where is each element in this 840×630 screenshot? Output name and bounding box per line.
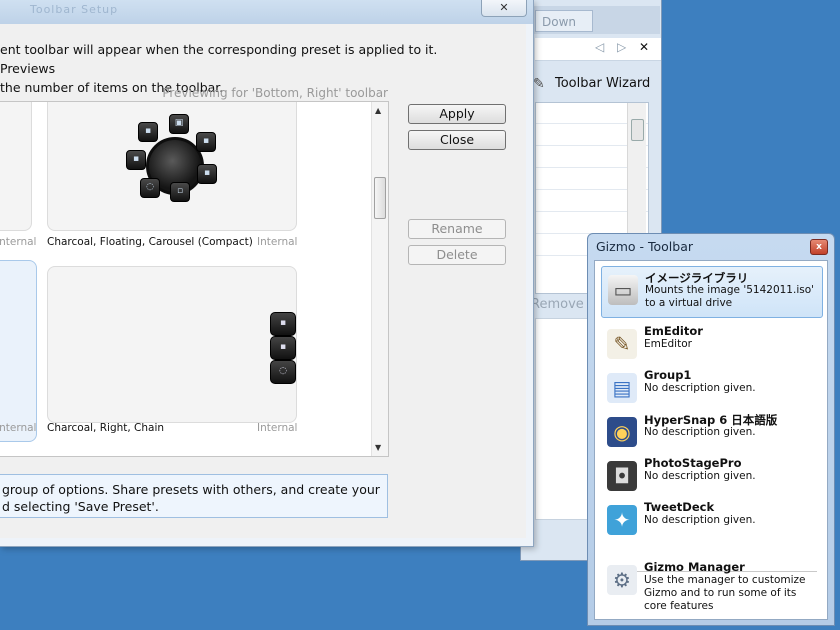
chain-segment: ▪ [270,336,296,360]
preset-tag: Internal [0,236,37,248]
folder-icon: ▤ [607,373,637,403]
scroll-up-icon[interactable]: ▲ [375,106,381,115]
gizmo-item-name: Gizmo Manager [644,560,745,574]
preset-tag: Internal [257,236,298,248]
chain-segment: ◌ [270,360,296,384]
carousel-preview-graphic: ▪ ▣ ▪ ▪ ▪ ◌ ▫ [124,114,217,210]
apply-button[interactable]: Apply [408,104,506,124]
gizmo-item-name: Group1 [644,368,692,382]
carousel-pod: ▪ [196,132,216,152]
nav-close-icon[interactable]: ✕ [639,40,649,54]
preset-tag: Internal [257,422,298,434]
carousel-pod: ▣ [169,114,189,134]
carousel-pod: ▫ [170,182,190,202]
toolbar-wizard-link[interactable]: ✎ Toolbar Wizard [533,74,661,96]
gizmo-toolbar-window: Gizmo - Toolbar x ▭ イメージライブラリ Mounts the… [587,233,835,626]
camera-icon: ◘ [607,461,637,491]
gizmo-item-manager[interactable]: ⚙ Gizmo Manager Use the manager to custo… [601,557,823,617]
gizmo-item-desc: EmEditor [644,338,692,350]
gizmo-item-name: TweetDeck [644,500,715,514]
dialog-title-text: Toolbar Setup [30,3,119,16]
dialog-close-icon[interactable]: ✕ [481,0,527,17]
carousel-pod: ▪ [197,164,217,184]
preset-card-partial-selected[interactable] [0,260,37,442]
nav-next-icon[interactable]: ▷ [617,40,626,54]
editor-icon: ✎ [607,329,637,359]
gallery-scroll-thumb[interactable] [374,177,386,219]
gizmo-item-desc: No description given. [644,426,756,438]
gizmo-title: Gizmo - Toolbar [596,239,694,254]
close-button[interactable]: Close [408,130,506,150]
remove-button[interactable]: Remove [531,294,593,316]
nav-prev-icon[interactable]: ◁ [595,40,604,54]
bg-scroll-thumb[interactable] [631,119,644,141]
gizmo-item-desc: No description given. [644,382,756,394]
hypersnap-icon: ◉ [607,417,637,447]
gizmo-item-name: PhotoStagePro [644,456,742,470]
preset-card-partial-top[interactable] [0,102,32,231]
drive-icon: ▭ [608,275,638,305]
gizmo-item-image-library[interactable]: ▭ イメージライブラリ Mounts the image '5142011.is… [601,266,823,318]
gizmo-item-name: EmEditor [644,324,703,338]
toolbar-presets-dialog: Toolbar Setup ✕ ent toolbar will appear … [0,0,534,547]
gizmo-item-emeditor[interactable]: ✎ EmEditor EmEditor [601,321,823,369]
gizmo-item-desc: No description given. [644,514,756,526]
gallery-scrollbar[interactable]: ▲ ▼ [371,102,388,456]
preset-label: Charcoal, Floating, Carousel (Compact) [47,236,253,248]
toolbar-wizard-label: Toolbar Wizard [555,76,651,91]
carousel-pod: ▪ [138,122,158,142]
move-down-button[interactable]: Down [535,10,593,32]
delete-button[interactable]: Delete [408,245,506,265]
tip-text: group of options. Share presets with oth… [2,482,380,514]
bg-nav-row: ◁ ▷ ✕ [535,38,661,61]
tweetdeck-icon: ✦ [607,505,637,535]
dialog-title-bar: Toolbar Setup ✕ [0,0,533,24]
wand-icon: ✎ [533,76,545,92]
gizmo-item-hypersnap[interactable]: ◉ HyperSnap 6 日本語版 No description given. [601,409,823,457]
tip-box: group of options. Share presets with oth… [0,474,388,518]
gizmo-item-desc: No description given. [644,470,756,482]
preset-tag: Internal [0,422,37,434]
carousel-pod: ▪ [126,150,146,170]
gizmo-item-list: ▭ イメージライブラリ Mounts the image '5142011.is… [594,260,828,620]
gizmo-item-group1[interactable]: ▤ Group1 No description given. [601,365,823,413]
preset-label: Charcoal, Right, Chain [47,422,165,434]
scroll-down-icon[interactable]: ▼ [375,443,381,452]
rename-button[interactable]: Rename [408,219,506,239]
chain-segment: ▪ [270,312,296,336]
carousel-pod: ◌ [140,178,160,198]
gizmo-close-icon[interactable]: x [810,239,828,255]
previewing-label: Previewing for 'Bottom, Right' toolbar [162,86,388,100]
gizmo-manager-icon: ⚙ [607,565,637,595]
preset-card-chain[interactable] [47,266,297,423]
chain-preview-graphic: ▪ ▪ ◌ [270,302,300,384]
gizmo-item-desc: Mounts the image '5142011.iso' to a virt… [645,284,815,309]
gizmo-item-tweetdeck[interactable]: ✦ TweetDeck No description given. [601,497,823,545]
gizmo-item-photostagepro[interactable]: ◘ PhotoStagePro No description given. [601,453,823,501]
gizmo-item-desc: Use the manager to customize Gizmo and t… [644,574,806,612]
